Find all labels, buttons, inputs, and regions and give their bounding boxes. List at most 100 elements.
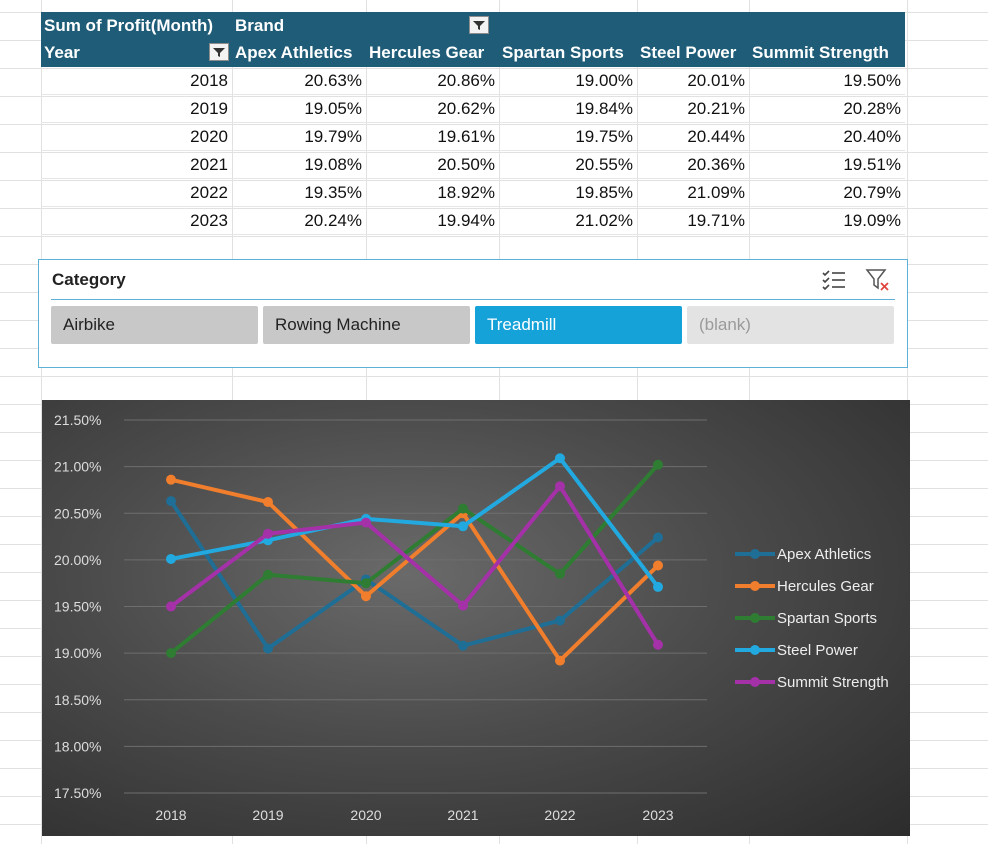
data-point[interactable] <box>555 453 565 464</box>
pivot-corner-label: Sum of Profit(Month) <box>44 16 214 35</box>
legend-marker <box>750 613 760 623</box>
value-cell[interactable]: 20.21% <box>637 95 749 123</box>
value-cell[interactable]: 19.35% <box>232 179 366 207</box>
legend-label[interactable]: Apex Athletics <box>777 546 871 563</box>
x-tick-label: 2018 <box>155 807 186 823</box>
slicer-item[interactable]: Rowing Machine <box>263 306 470 344</box>
data-point[interactable] <box>555 568 565 579</box>
y-tick-label: 20.50% <box>54 505 101 521</box>
multi-select-icon[interactable] <box>821 268 847 292</box>
data-point[interactable] <box>653 459 663 470</box>
line-chart[interactable]: 21.50% 21.00% 20.50% 20.00% 19.50% 19.00% 18.5… <box>42 400 910 836</box>
slicer-item[interactable]: (blank) <box>687 306 894 344</box>
year-cell[interactable]: 2022 <box>41 179 232 207</box>
brand-filter-button[interactable] <box>469 16 489 34</box>
value-cell[interactable]: 19.71% <box>637 207 749 235</box>
series-line-steel-power[interactable] <box>170 456 660 589</box>
data-point[interactable] <box>166 648 176 659</box>
data-point[interactable] <box>361 578 371 589</box>
value-cell[interactable]: 18.92% <box>366 179 499 207</box>
value-cell[interactable]: 20.44% <box>637 123 749 151</box>
data-point[interactable] <box>166 601 176 612</box>
data-point[interactable] <box>653 639 663 650</box>
year-cell[interactable]: 2018 <box>41 67 232 95</box>
value-cell[interactable]: 20.24% <box>232 207 366 235</box>
data-point[interactable] <box>361 517 371 528</box>
value-cell[interactable]: 19.84% <box>499 95 637 123</box>
legend-label[interactable]: Summit Strength <box>777 674 889 691</box>
value-cell[interactable]: 19.61% <box>366 123 499 151</box>
data-point[interactable] <box>263 528 273 539</box>
value-cell[interactable]: 19.85% <box>499 179 637 207</box>
value-cell[interactable]: 19.79% <box>232 123 366 151</box>
value-cell[interactable]: 19.09% <box>749 207 905 235</box>
legend-marker <box>750 645 760 655</box>
slicer-title: Category <box>52 270 126 289</box>
data-point[interactable] <box>458 503 468 514</box>
chart-svg: 21.50% 21.00% 20.50% 20.00% 19.50% 19.00% 18.5… <box>54 412 889 823</box>
value-cell[interactable]: 19.94% <box>366 207 499 235</box>
legend-label[interactable]: Hercules Gear <box>777 578 874 595</box>
value-cell[interactable]: 20.40% <box>749 123 905 151</box>
value-cell[interactable]: 19.08% <box>232 151 366 179</box>
year-filter-button[interactable] <box>209 43 229 61</box>
year-cell[interactable]: 2020 <box>41 123 232 151</box>
category-slicer[interactable]: Category Airbike Rowing Machine Treadmill(… <box>38 259 908 368</box>
value-cell[interactable]: 21.09% <box>637 179 749 207</box>
value-cell[interactable]: 20.62% <box>366 95 499 123</box>
value-cell[interactable]: 20.28% <box>749 95 905 123</box>
pivot-table[interactable]: Sum of Profit(Month) Brand Year Apex Ath… <box>41 12 905 235</box>
value-cell[interactable]: 19.51% <box>749 151 905 179</box>
year-cell[interactable]: 2019 <box>41 95 232 123</box>
value-cell[interactable]: 19.00% <box>499 67 637 95</box>
value-cell[interactable]: 20.79% <box>749 179 905 207</box>
data-point[interactable] <box>263 643 273 654</box>
column-header: Summit Strength <box>752 43 889 62</box>
year-cell[interactable]: 2023 <box>41 207 232 235</box>
value-cell[interactable]: 20.36% <box>637 151 749 179</box>
data-point[interactable] <box>555 481 565 492</box>
pivot-row: 2018 20.63% 20.86% 19.00% 20.01% 19.50% <box>41 67 905 95</box>
value-cell[interactable]: 20.55% <box>499 151 637 179</box>
data-point[interactable] <box>263 569 273 580</box>
data-point[interactable] <box>458 640 468 651</box>
value-cell[interactable]: 20.86% <box>366 67 499 95</box>
value-cell[interactable]: 21.02% <box>499 207 637 235</box>
pivot-row: 2022 19.35% 18.92% 19.85% 21.09% 20.79% <box>41 179 905 207</box>
data-point[interactable] <box>458 521 468 532</box>
value-cell[interactable]: 20.50% <box>366 151 499 179</box>
data-point[interactable] <box>653 532 663 543</box>
data-point[interactable] <box>166 496 176 507</box>
slicer-item[interactable]: Airbike <box>51 306 258 344</box>
data-point[interactable] <box>458 600 468 611</box>
clear-filter-icon[interactable] <box>865 268 891 292</box>
pivot-body: 2018 20.63% 20.86% 19.00% 20.01% 19.50% 2019 19… <box>41 67 905 235</box>
series-line-hercules-gear[interactable] <box>170 477 660 663</box>
year-field-label: Year <box>41 39 232 67</box>
data-point[interactable] <box>166 474 176 485</box>
y-tick-label: 21.50% <box>54 412 101 428</box>
value-cell[interactable]: 20.01% <box>637 67 749 95</box>
filter-dropdown-icon <box>473 21 485 30</box>
brand-field-label: Brand <box>235 16 285 35</box>
data-point[interactable] <box>263 497 273 508</box>
x-tick-label: 2022 <box>544 807 575 823</box>
value-cell[interactable]: 19.05% <box>232 95 366 123</box>
legend-label[interactable]: Spartan Sports <box>777 610 877 627</box>
legend-marker <box>750 581 760 591</box>
column-header: Spartan Sports <box>502 43 624 62</box>
value-cell[interactable]: 20.63% <box>232 67 366 95</box>
slicer-item[interactable]: Treadmill <box>475 306 682 344</box>
value-cell[interactable]: 19.75% <box>499 123 637 151</box>
data-point[interactable] <box>653 560 663 571</box>
data-point[interactable] <box>653 581 663 592</box>
value-cell[interactable]: 19.50% <box>749 67 905 95</box>
legend-label[interactable]: Steel Power <box>777 642 858 659</box>
data-point[interactable] <box>555 615 565 626</box>
series-line-summit-strength[interactable] <box>169 484 660 646</box>
pivot-row: 2023 20.24% 19.94% 21.02% 19.71% 19.09% <box>41 207 905 235</box>
year-cell[interactable]: 2021 <box>41 151 232 179</box>
data-point[interactable] <box>555 655 565 666</box>
data-point[interactable] <box>166 553 176 564</box>
data-point[interactable] <box>361 591 371 602</box>
